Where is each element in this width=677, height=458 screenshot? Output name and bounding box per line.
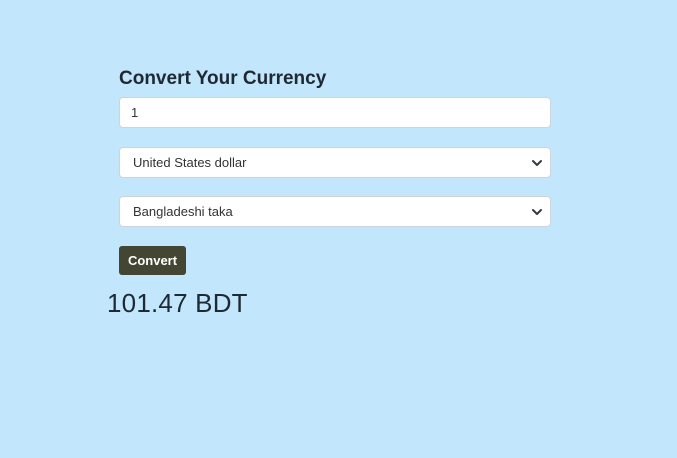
conversion-result: 101.47 BDT xyxy=(107,288,248,318)
from-currency-select[interactable]: United States dollar xyxy=(119,147,551,178)
from-currency-value: United States dollar xyxy=(133,155,247,170)
page-title: Convert Your Currency xyxy=(119,68,327,89)
convert-button[interactable]: Convert xyxy=(119,246,186,275)
chevron-down-icon xyxy=(530,205,544,219)
chevron-down-icon xyxy=(530,156,544,170)
amount-input[interactable]: 1 xyxy=(119,97,551,128)
to-currency-select[interactable]: Bangladeshi taka xyxy=(119,196,551,227)
to-currency-value: Bangladeshi taka xyxy=(133,204,233,219)
